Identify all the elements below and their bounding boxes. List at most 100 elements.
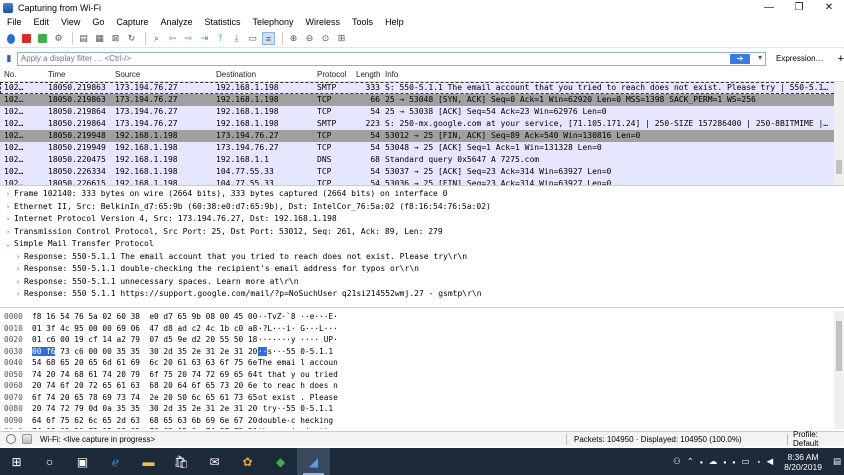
packet-row[interactable]: 102… 18050.219949 192.168.1.198 173.194.76.… (0, 142, 844, 154)
go-forward-icon[interactable]: ⇨ (182, 32, 195, 45)
maximize-icon[interactable]: ❐ (784, 0, 814, 15)
capture-options-icon[interactable]: ⚙ (52, 32, 65, 45)
hex-line[interactable]: 0010 01 3f 4c 95 00 00 69 06 47 d8 ad c2 … (0, 323, 844, 335)
chevron-right-icon[interactable]: › (2, 201, 14, 214)
hex-line[interactable]: 0020 01 c6 00 19 cf 14 a2 79 07 d5 9e d2 … (0, 334, 844, 346)
packet-row[interactable]: 102… 18050.219948 192.168.1.198 173.194.76.… (0, 130, 844, 142)
tray-app-icon[interactable]: ▪ (700, 457, 703, 467)
chevron-right-icon[interactable]: › (12, 251, 24, 264)
display-filter-input[interactable] (17, 52, 718, 65)
notifications-icon[interactable]: ▤ (833, 456, 841, 467)
menu-tools[interactable]: Tools (352, 17, 373, 27)
packet-row[interactable]: 102… 18050.219863 173.194.76.27 192.168.1.1… (0, 94, 844, 106)
packet-row[interactable]: 102… 18050.219863 173.194.76.27 192.168.1.1… (0, 82, 844, 94)
packet-row[interactable]: 102… 18050.219864 173.194.76.27 192.168.1.1… (0, 106, 844, 118)
detail-tree-item[interactable]: › Response: 550 5.1.1 https://support.goo… (0, 288, 844, 301)
tray-app-icon[interactable]: ▪ (723, 457, 726, 467)
hex-line[interactable]: 0060 20 74 6f 20 72 65 61 63 68 20 64 6f … (0, 380, 844, 392)
scrollbar-thumb[interactable] (836, 321, 842, 371)
chevron-right-icon[interactable]: › (2, 213, 14, 226)
clock[interactable]: 8:36 AM 8/20/2019 (784, 452, 822, 472)
packet-row[interactable]: 102… 18050.226334 192.168.1.198 104.77.55.3… (0, 166, 844, 178)
normal-size-icon[interactable]: ⊙ (319, 32, 332, 45)
volume-icon[interactable]: ◀ (767, 456, 774, 467)
find-packet-icon[interactable]: ⌕ (150, 32, 163, 45)
open-file-icon[interactable]: ▤ (77, 32, 90, 45)
chevron-right-icon[interactable]: › (12, 288, 24, 301)
col-protocol[interactable]: Protocol (317, 70, 353, 79)
capture-comment-icon[interactable] (22, 434, 32, 444)
hex-line[interactable]: 0050 74 20 74 68 61 74 20 79 6f 75 20 74 … (0, 369, 844, 381)
reload-file-icon[interactable]: ↻ (125, 32, 138, 45)
save-file-icon[interactable]: ▦ (93, 32, 106, 45)
expression-button[interactable]: Expression… (776, 54, 824, 63)
restart-capture-icon[interactable] (36, 32, 49, 45)
wifi-icon[interactable]: ◔ (755, 457, 760, 467)
col-length[interactable]: Length (356, 70, 380, 79)
detail-tree-item[interactable]: › Transmission Control Protocol, Src Port… (0, 226, 844, 239)
edge-browser-icon[interactable]: ℯ (99, 448, 132, 475)
menu-help[interactable]: Help (385, 17, 404, 27)
battery-icon[interactable]: ▭ (741, 456, 749, 467)
stop-capture-icon[interactable] (20, 32, 33, 45)
col-source[interactable]: Source (115, 70, 215, 79)
tray-app-icon[interactable]: ▪ (732, 457, 735, 467)
store-icon[interactable]: 🛍 (165, 448, 198, 475)
col-time[interactable]: Time (48, 70, 112, 79)
people-icon[interactable]: ⚇ (673, 456, 681, 467)
close-icon[interactable]: ✕ (814, 0, 844, 15)
chevron-up-icon[interactable]: ⌃ (687, 456, 694, 467)
paint-icon[interactable]: ✿ (231, 448, 264, 475)
detail-tree-item[interactable]: ⌄ Simple Mail Transfer Protocol (0, 238, 844, 251)
hex-line[interactable]: 0090 64 6f 75 62 6c 65 2d 63 68 65 63 6b … (0, 415, 844, 427)
detail-tree-item[interactable]: › Response: 550-5.1.1 double-checking the… (0, 263, 844, 276)
menu-edit[interactable]: Edit (34, 17, 50, 27)
wireshark-taskbar-icon[interactable]: ◢ (297, 448, 330, 475)
menu-go[interactable]: Go (92, 17, 104, 27)
minimize-icon[interactable]: — (754, 0, 784, 15)
detail-tree-item[interactable]: › Internet Protocol Version 4, Src: 173.1… (0, 213, 844, 226)
chevron-right-icon[interactable]: › (2, 226, 14, 239)
search-icon[interactable]: ○ (33, 448, 66, 475)
col-info[interactable]: Info (385, 70, 830, 79)
menu-analyze[interactable]: Analyze (160, 17, 192, 27)
scrollbar-thumb[interactable] (836, 160, 842, 174)
chevron-right-icon[interactable]: › (2, 188, 14, 201)
hex-line[interactable]: 0030 00 f6 73 c6 00 00 35 35 30 2d 35 2e … (0, 346, 844, 358)
packet-row[interactable]: 102… 18050.226615 192.168.1.198 104.77.55.3… (0, 178, 844, 185)
bookmark-icon[interactable]: ▮ (3, 52, 15, 65)
hex-line[interactable]: 0070 6f 74 20 65 78 69 73 74 2e 20 50 6c … (0, 392, 844, 404)
app-green-icon[interactable]: ◆ (264, 448, 297, 475)
menu-telephony[interactable]: Telephony (252, 17, 293, 27)
chevron-down-icon[interactable]: ⌄ (2, 238, 14, 251)
zoom-in-icon[interactable]: ⊕ (287, 32, 300, 45)
first-packet-icon[interactable]: ⤒ (214, 32, 227, 45)
colorize-icon[interactable]: ≡ (262, 32, 275, 45)
resize-columns-icon[interactable]: ⊞ (335, 32, 348, 45)
packet-row[interactable]: 102… 18050.219864 173.194.76.27 192.168.1.1… (0, 118, 844, 130)
filter-dropdown-icon[interactable]: ▾ (758, 53, 762, 62)
menu-wireless[interactable]: Wireless (306, 17, 341, 27)
start-windows-icon[interactable]: ⊞ (0, 448, 33, 475)
autoscroll-icon[interactable]: ▭ (246, 32, 259, 45)
hex-scrollbar[interactable] (834, 311, 844, 429)
col-destination[interactable]: Destination (216, 70, 316, 79)
chevron-right-icon[interactable]: › (12, 276, 24, 289)
hex-line[interactable]: 0080 20 74 72 79 0d 0a 35 35 30 2d 35 2e … (0, 403, 844, 415)
go-to-packet-icon[interactable]: ⇥ (198, 32, 211, 45)
chevron-right-icon[interactable]: › (12, 263, 24, 276)
menu-view[interactable]: View (61, 17, 80, 27)
apply-filter-arrow-icon[interactable]: ➔ (729, 53, 750, 64)
start-capture-icon[interactable] (4, 32, 17, 45)
detail-tree-item[interactable]: › Response: 550-5.1.1 The email account t… (0, 251, 844, 264)
zoom-out-icon[interactable]: ⊖ (303, 32, 316, 45)
file-explorer-icon[interactable]: ▬ (132, 448, 165, 475)
add-filter-button[interactable]: + (838, 53, 844, 65)
profile-label[interactable]: Profile: Default (793, 430, 844, 448)
close-file-icon[interactable]: ⊠ (109, 32, 122, 45)
col-no[interactable]: No. (4, 70, 42, 79)
mail-icon[interactable]: ✉ (198, 448, 231, 475)
go-back-icon[interactable]: ⇦ (166, 32, 179, 45)
detail-tree-item[interactable]: › Ethernet II, Src: BelkinIn_d7:65:9b (60… (0, 201, 844, 214)
detail-tree-item[interactable]: › Frame 102140: 333 bytes on wire (2664 b… (0, 188, 844, 201)
